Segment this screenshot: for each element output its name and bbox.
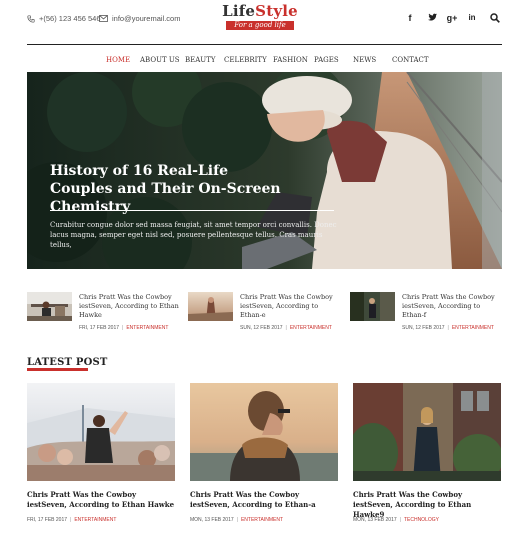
logo-wordmark: LifeStyle — [222, 2, 298, 20]
contact-email[interactable]: info@youremail.com — [99, 14, 180, 23]
nav-item-about-us[interactable]: About Us — [140, 56, 180, 64]
card-meta: FRI, 17 FEB 2017 | ENTERTAINMENT — [27, 517, 117, 523]
card-category[interactable]: ENTERTAINMENT — [241, 517, 283, 523]
small-post[interactable]: Chris Pratt Was the Cowboy iestSeven, Ac… — [188, 292, 338, 332]
hero-excerpt: Curabitur congue dolor sed massa feugiat… — [50, 221, 337, 249]
post-category[interactable]: ENTERTAINMENT — [452, 325, 494, 331]
facebook-icon[interactable]: f — [404, 13, 416, 23]
latest-card[interactable]: Chris Pratt Was the Cowboy iestSeven, Ac… — [190, 383, 338, 533]
post-thumbnail[interactable] — [188, 292, 233, 321]
hero-title[interactable]: History of 16 Real-Life Couples and Thei… — [50, 162, 350, 216]
search-icon[interactable] — [490, 13, 500, 23]
latest-card[interactable]: Chris Pratt Was the Cowboy iestSeven, Ac… — [27, 383, 175, 533]
post-thumbnail[interactable] — [27, 292, 72, 321]
card-title[interactable]: Chris Pratt Was the Cowboy iestSeven, Ac… — [353, 490, 501, 520]
post-meta: SUN, 12 FEB 2017 | ENTERTAINMENT — [240, 325, 332, 331]
email-text: info@youremail.com — [112, 14, 181, 23]
post-title[interactable]: Chris Pratt Was the Cowboy iestSeven, Ac… — [79, 293, 179, 320]
nav-item-beauty[interactable]: Beauty — [185, 56, 216, 64]
small-post[interactable]: Chris Pratt Was the Cowboy iestSeven, Ac… — [27, 292, 179, 332]
card-image[interactable] — [353, 383, 501, 481]
post-meta: SUN, 12 FEB 2017 | ENTERTAINMENT — [402, 325, 494, 331]
nav-item-fashion[interactable]: Fashion — [273, 56, 308, 64]
twitter-icon[interactable] — [426, 13, 438, 23]
card-image[interactable] — [190, 383, 338, 481]
post-thumbnail[interactable] — [350, 292, 395, 321]
post-title[interactable]: Chris Pratt Was the Cowboy iestSeven, Ac… — [240, 293, 340, 320]
phone-text: +(56) 123 456 546 — [39, 14, 101, 23]
section-heading-latest: LATEST POST — [27, 357, 108, 368]
hero-feature[interactable]: History of 16 Real-Life Couples and Thei… — [27, 72, 502, 269]
section-heading-underline — [27, 368, 88, 371]
nav-item-home[interactable]: Home — [106, 56, 130, 64]
linkedin-icon[interactable]: in — [466, 13, 478, 22]
card-image[interactable] — [27, 383, 175, 481]
hero-divider — [50, 210, 334, 211]
nav-item-celebrity[interactable]: Celebrity — [224, 56, 267, 64]
latest-card[interactable]: Chris Pratt Was the Cowboy iestSeven, Ac… — [353, 383, 501, 533]
mail-icon — [99, 15, 108, 22]
card-meta: MON, 13 FEB 2017 | ENTERTAINMENT — [190, 517, 283, 523]
small-post[interactable]: Chris Pratt Was the Cowboy iestSeven, Ac… — [350, 292, 500, 332]
post-category[interactable]: ENTERTAINMENT — [290, 325, 332, 331]
logo-tagline: For a good life — [226, 21, 294, 30]
post-meta: FRI, 17 FEB 2017 | ENTERTAINMENT — [79, 325, 169, 331]
google-plus-icon[interactable]: g+ — [446, 13, 458, 23]
card-category[interactable]: ENTERTAINMENT — [74, 517, 116, 523]
post-category[interactable]: ENTERTAINMENT — [126, 325, 168, 331]
nav-item-news[interactable]: News — [353, 56, 376, 64]
card-title[interactable]: Chris Pratt Was the Cowboy iestSeven, Ac… — [190, 490, 338, 510]
contact-phone: +(56) 123 456 546 — [27, 14, 101, 23]
site-logo[interactable]: LifeStyle For a good life — [222, 2, 298, 30]
post-title[interactable]: Chris Pratt Was the Cowboy iestSeven, Ac… — [402, 293, 502, 320]
main-nav: Home About Us Beauty Celebrity Fashion P… — [0, 56, 527, 68]
card-meta: MON, 13 FEB 2017 | TECHNOLOGY — [353, 517, 439, 523]
card-title[interactable]: Chris Pratt Was the Cowboy iestSeven, Ac… — [27, 490, 175, 510]
nav-item-pages[interactable]: Pages — [314, 56, 339, 64]
card-category[interactable]: TECHNOLOGY — [404, 517, 439, 523]
header-divider — [27, 44, 502, 45]
phone-icon — [27, 14, 35, 23]
top-bar: +(56) 123 456 546 info@youremail.com Lif… — [0, 0, 527, 44]
nav-item-contact[interactable]: Contact — [392, 56, 429, 64]
